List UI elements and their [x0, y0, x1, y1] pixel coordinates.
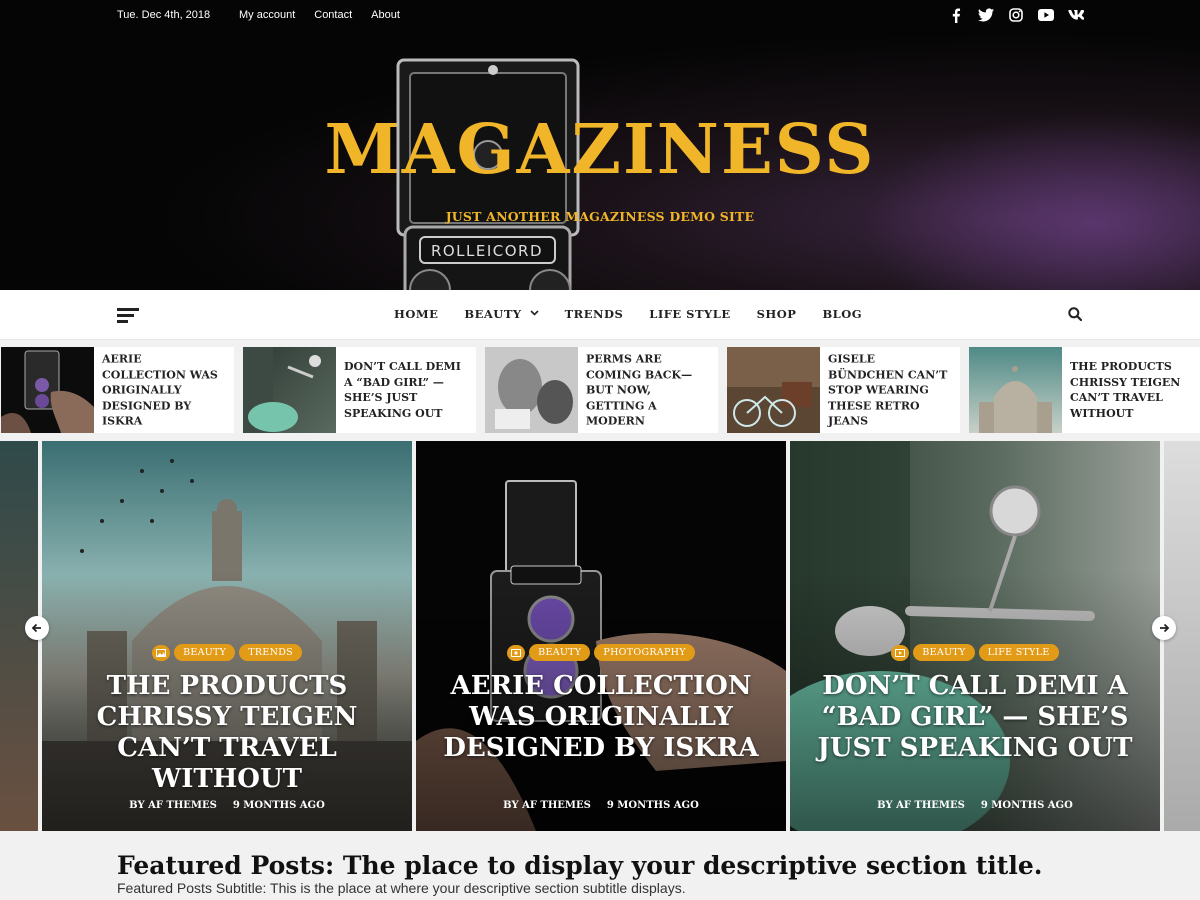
site-tagline: JUST ANOTHER MAGAZINESS DEMO SITE: [445, 209, 755, 224]
category-badge[interactable]: TRENDS: [239, 644, 302, 661]
category-badge[interactable]: LIFE STYLE: [978, 644, 1059, 661]
main-navigation: HOME BEAUTY TRENDS LIFE STYLE SHOP BLOG: [0, 290, 1200, 340]
nav-item-home[interactable]: HOME: [394, 307, 438, 321]
ticker-title[interactable]: The Products Chrissy Teigen Can’t Travel…: [1070, 359, 1196, 421]
nav-item-shop[interactable]: SHOP: [757, 307, 797, 321]
vk-icon[interactable]: [1068, 7, 1084, 23]
featured-slider: BEAUTY TRENDS The Products Chrissy Teige…: [0, 441, 1200, 831]
slide-categories: BEAUTY LIFE STYLE: [790, 644, 1160, 661]
slide[interactable]: BEAUTY TRENDS The Products Chrissy Teige…: [42, 441, 412, 831]
slider-next-button[interactable]: [1152, 616, 1176, 640]
category-badge[interactable]: BEAUTY: [913, 644, 975, 661]
nav-item-blog[interactable]: BLOG: [822, 307, 862, 321]
camera-label: ROLLEICORD: [431, 242, 543, 260]
nav-item-life-style[interactable]: LIFE STYLE: [649, 307, 730, 321]
ticker-thumbnail: [1, 347, 94, 433]
ticker-title[interactable]: Perms are Coming Back—But Now, Getting a…: [586, 351, 712, 429]
ticker-item[interactable]: The Products Chrissy Teigen Can’t Travel…: [969, 347, 1200, 433]
slider-prev-button[interactable]: [25, 616, 49, 640]
category-badge[interactable]: BEAUTY: [529, 644, 591, 661]
chevron-down-icon: [530, 309, 539, 319]
hamburger-menu-icon[interactable]: [117, 308, 139, 323]
ticker-title[interactable]: Aerie Collection was Originally Designed…: [102, 351, 228, 429]
instagram-icon[interactable]: [1008, 7, 1024, 23]
slide[interactable]: BEAUTY LIFE STYLE Don’t Call Demi a “Bad…: [790, 441, 1160, 831]
social-links: [948, 7, 1084, 23]
slide-title[interactable]: Don’t Call Demi a “Bad Girl” — She’s Jus…: [810, 671, 1140, 764]
category-badge[interactable]: BEAUTY: [174, 644, 236, 661]
site-title[interactable]: MAGAZINESS: [0, 110, 1200, 190]
slide-title[interactable]: Aerie Collection was Originally Designed…: [436, 671, 766, 764]
facebook-icon[interactable]: [948, 7, 964, 23]
slide[interactable]: BEAUTY PHOTOGRAPHY Aerie Collection was …: [416, 441, 786, 831]
ticker-item[interactable]: Don’t Call Demi a “Bad Girl” — She’s Jus…: [243, 347, 476, 433]
slide-author[interactable]: BY AF THEMES: [877, 800, 965, 811]
slide-date: 9 MONTHS AGO: [980, 800, 1073, 811]
top-bar: Tue. Dec 4th, 2018 My account Contact Ab…: [0, 0, 1200, 32]
contact-link[interactable]: Contact: [314, 9, 352, 21]
twitter-icon[interactable]: [978, 7, 994, 23]
video-format-icon: [891, 644, 910, 661]
nav-item-trends[interactable]: TRENDS: [565, 307, 624, 321]
ticker-item[interactable]: Aerie Collection was Originally Designed…: [1, 347, 234, 433]
ticker-thumbnail: [243, 347, 336, 433]
slide-meta: BY AF THEMES 9 MONTHS AGO: [416, 800, 786, 811]
slide-date: 9 MONTHS AGO: [606, 800, 699, 811]
featured-section-title: Featured Posts: The place to display you…: [117, 851, 1043, 880]
slide-meta: BY AF THEMES 9 MONTHS AGO: [42, 800, 412, 811]
image-format-icon: [152, 644, 171, 661]
slide-meta: BY AF THEMES 9 MONTHS AGO: [790, 800, 1160, 811]
slide-author[interactable]: BY AF THEMES: [129, 800, 217, 811]
slide-author[interactable]: BY AF THEMES: [503, 800, 591, 811]
featured-section: Featured Posts: The place to display you…: [0, 831, 1200, 900]
slide-categories: BEAUTY TRENDS: [42, 644, 412, 661]
youtube-icon[interactable]: [1038, 7, 1054, 23]
site-header: ROLLEICORD Tue. Dec 4th, 2018 My account…: [0, 0, 1200, 290]
ticker-thumbnail: [485, 347, 578, 433]
about-link[interactable]: About: [371, 9, 400, 21]
ticker-thumbnail: [969, 347, 1062, 433]
slide-date: 9 MONTHS AGO: [232, 800, 325, 811]
ticker-strip: Aerie Collection was Originally Designed…: [0, 347, 1200, 433]
ticker-item[interactable]: Perms are Coming Back—But Now, Getting a…: [485, 347, 718, 433]
arrow-left-icon: [31, 623, 41, 633]
ticker-thumbnail: [727, 347, 820, 433]
my-account-link[interactable]: My account: [239, 9, 295, 21]
slide-categories: BEAUTY PHOTOGRAPHY: [416, 644, 786, 661]
nav-item-beauty[interactable]: BEAUTY: [464, 307, 539, 321]
top-links: My account Contact About: [239, 9, 400, 21]
ticker-item[interactable]: Gisele Bündchen Can’t Stop Wearing These…: [727, 347, 960, 433]
nav-menu: HOME BEAUTY TRENDS LIFE STYLE SHOP BLOG: [394, 307, 888, 321]
current-date: Tue. Dec 4th, 2018: [117, 9, 211, 21]
arrow-right-icon: [1160, 623, 1170, 633]
gallery-format-icon: [507, 644, 526, 661]
featured-section-subtitle: Featured Posts Subtitle: This is the pla…: [117, 880, 686, 896]
slide-title[interactable]: The Products Chrissy Teigen Can’t Travel…: [62, 671, 392, 795]
search-icon[interactable]: [1068, 307, 1084, 323]
ticker-title[interactable]: Don’t Call Demi a “Bad Girl” — She’s Jus…: [344, 359, 470, 421]
category-badge[interactable]: PHOTOGRAPHY: [594, 644, 695, 661]
nav-item-beauty-label: BEAUTY: [464, 307, 522, 321]
ticker-title[interactable]: Gisele Bündchen Can’t Stop Wearing These…: [828, 351, 954, 429]
